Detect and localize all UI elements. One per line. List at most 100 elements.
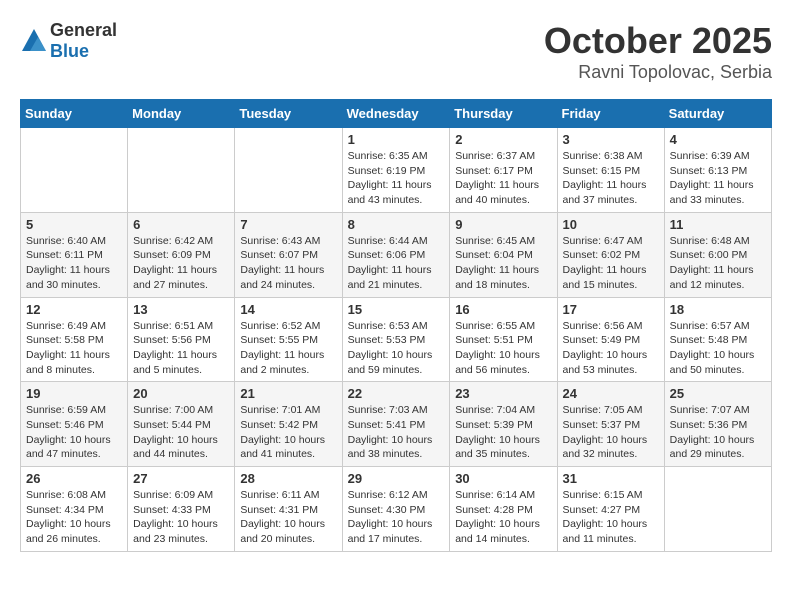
day-number: 1 (348, 132, 445, 147)
calendar-cell (21, 128, 128, 213)
calendar-week-row: 1 Sunrise: 6:35 AMSunset: 6:19 PMDaylight… (21, 128, 772, 213)
calendar-cell: 31 Sunrise: 6:15 AMSunset: 4:27 PMDayligh… (557, 467, 664, 552)
calendar-cell: 1 Sunrise: 6:35 AMSunset: 6:19 PMDaylight… (342, 128, 450, 213)
day-number: 8 (348, 217, 445, 232)
weekday-header-saturday: Saturday (664, 100, 771, 128)
day-info: Sunrise: 6:55 AMSunset: 5:51 PMDaylight:… (455, 319, 551, 378)
calendar-cell: 27Sunrise: 6:09 AMSunset: 4:33 PMDayligh… (128, 467, 235, 552)
logo-general: General (50, 20, 117, 40)
day-info: Sunrise: 6:15 AMSunset: 4:27 PMDaylight:… (563, 488, 659, 547)
calendar-cell (128, 128, 235, 213)
weekday-header-sunday: Sunday (21, 100, 128, 128)
day-info: Sunrise: 7:04 AMSunset: 5:39 PMDaylight:… (455, 403, 551, 462)
day-number: 10 (563, 217, 659, 232)
calendar-cell: 15 Sunrise: 6:53 AMSunset: 5:53 PMDayligh… (342, 297, 450, 382)
day-number: 26 (26, 471, 122, 486)
day-number: 22 (348, 386, 445, 401)
day-number: 19 (26, 386, 122, 401)
day-number: 18 (670, 302, 766, 317)
day-number: 5 (26, 217, 122, 232)
day-number: 14 (240, 302, 336, 317)
day-info: Sunrise: 6:35 AMSunset: 6:19 PMDaylight:… (348, 149, 445, 208)
day-number: 30 (455, 471, 551, 486)
calendar-body: 1 Sunrise: 6:35 AMSunset: 6:19 PMDaylight… (21, 128, 772, 552)
day-number: 11 (670, 217, 766, 232)
day-info: Sunrise: 6:48 AMSunset: 6:00 PMDaylight:… (670, 234, 766, 293)
calendar-cell: 19 Sunrise: 6:59 AMSunset: 5:46 PMDayligh… (21, 382, 128, 467)
calendar-cell: 17Sunrise: 6:56 AMSunset: 5:49 PMDayligh… (557, 297, 664, 382)
day-info: Sunrise: 6:47 AMSunset: 6:02 PMDaylight:… (563, 234, 659, 293)
calendar-cell: 7Sunrise: 6:43 AMSunset: 6:07 PMDaylight… (235, 212, 342, 297)
calendar-cell: 20 Sunrise: 7:00 AMSunset: 5:44 PMDayligh… (128, 382, 235, 467)
day-info: Sunrise: 6:42 AMSunset: 6:09 PMDaylight:… (133, 234, 229, 293)
day-info: Sunrise: 6:52 AMSunset: 5:55 PMDaylight:… (240, 319, 336, 378)
weekday-header-wednesday: Wednesday (342, 100, 450, 128)
calendar-cell: 21Sunrise: 7:01 AMSunset: 5:42 PMDayligh… (235, 382, 342, 467)
day-number: 20 (133, 386, 229, 401)
day-number: 4 (670, 132, 766, 147)
calendar-cell: 3Sunrise: 6:38 AMSunset: 6:15 PMDaylight… (557, 128, 664, 213)
day-number: 21 (240, 386, 336, 401)
calendar-cell: 6 Sunrise: 6:42 AMSunset: 6:09 PMDaylight… (128, 212, 235, 297)
day-number: 29 (348, 471, 445, 486)
logo: General Blue (20, 20, 117, 62)
day-info: Sunrise: 6:40 AMSunset: 6:11 PMDaylight:… (26, 234, 122, 293)
day-info: Sunrise: 6:09 AMSunset: 4:33 PMDaylight:… (133, 488, 229, 547)
weekday-header-thursday: Thursday (450, 100, 557, 128)
logo-blue: Blue (50, 41, 89, 61)
day-info: Sunrise: 6:57 AMSunset: 5:48 PMDaylight:… (670, 319, 766, 378)
day-number: 2 (455, 132, 551, 147)
weekday-header-row: SundayMondayTuesdayWednesdayThursdayFrid… (21, 100, 772, 128)
day-number: 12 (26, 302, 122, 317)
calendar-cell: 26 Sunrise: 6:08 AMSunset: 4:34 PMDayligh… (21, 467, 128, 552)
day-number: 15 (348, 302, 445, 317)
day-number: 31 (563, 471, 659, 486)
calendar-cell: 30Sunrise: 6:14 AMSunset: 4:28 PMDayligh… (450, 467, 557, 552)
day-number: 25 (670, 386, 766, 401)
logo-icon (20, 27, 48, 55)
calendar-cell: 23 Sunrise: 7:04 AMSunset: 5:39 PMDayligh… (450, 382, 557, 467)
calendar-cell: 4Sunrise: 6:39 AMSunset: 6:13 PMDaylight… (664, 128, 771, 213)
calendar-cell: 11 Sunrise: 6:48 AMSunset: 6:00 PMDayligh… (664, 212, 771, 297)
calendar-cell (235, 128, 342, 213)
day-info: Sunrise: 6:49 AMSunset: 5:58 PMDaylight:… (26, 319, 122, 378)
day-info: Sunrise: 7:03 AMSunset: 5:41 PMDaylight:… (348, 403, 445, 462)
day-info: Sunrise: 6:44 AMSunset: 6:06 PMDaylight:… (348, 234, 445, 293)
day-info: Sunrise: 6:38 AMSunset: 6:15 PMDaylight:… (563, 149, 659, 208)
calendar-cell: 16 Sunrise: 6:55 AMSunset: 5:51 PMDayligh… (450, 297, 557, 382)
day-info: Sunrise: 6:11 AMSunset: 4:31 PMDaylight:… (240, 488, 336, 547)
day-number: 16 (455, 302, 551, 317)
calendar-cell (664, 467, 771, 552)
day-number: 24 (563, 386, 659, 401)
day-info: Sunrise: 6:59 AMSunset: 5:46 PMDaylight:… (26, 403, 122, 462)
day-info: Sunrise: 7:07 AMSunset: 5:36 PMDaylight:… (670, 403, 766, 462)
calendar-cell: 5 Sunrise: 6:40 AMSunset: 6:11 PMDaylight… (21, 212, 128, 297)
day-info: Sunrise: 6:37 AMSunset: 6:17 PMDaylight:… (455, 149, 551, 208)
day-number: 23 (455, 386, 551, 401)
location-title: Ravni Topolovac, Serbia (544, 62, 772, 83)
calendar-cell: 12 Sunrise: 6:49 AMSunset: 5:58 PMDayligh… (21, 297, 128, 382)
day-info: Sunrise: 7:00 AMSunset: 5:44 PMDaylight:… (133, 403, 229, 462)
day-info: Sunrise: 6:08 AMSunset: 4:34 PMDaylight:… (26, 488, 122, 547)
calendar-cell: 10 Sunrise: 6:47 AMSunset: 6:02 PMDayligh… (557, 212, 664, 297)
calendar-cell: 13Sunrise: 6:51 AMSunset: 5:56 PMDayligh… (128, 297, 235, 382)
calendar-week-row: 12 Sunrise: 6:49 AMSunset: 5:58 PMDayligh… (21, 297, 772, 382)
calendar-week-row: 19 Sunrise: 6:59 AMSunset: 5:46 PMDayligh… (21, 382, 772, 467)
weekday-header-friday: Friday (557, 100, 664, 128)
day-number: 6 (133, 217, 229, 232)
day-info: Sunrise: 6:56 AMSunset: 5:49 PMDaylight:… (563, 319, 659, 378)
month-title: October 2025 (544, 20, 772, 62)
calendar-cell: 28 Sunrise: 6:11 AMSunset: 4:31 PMDayligh… (235, 467, 342, 552)
calendar-cell: 18 Sunrise: 6:57 AMSunset: 5:48 PMDayligh… (664, 297, 771, 382)
day-info: Sunrise: 6:53 AMSunset: 5:53 PMDaylight:… (348, 319, 445, 378)
calendar-week-row: 26 Sunrise: 6:08 AMSunset: 4:34 PMDayligh… (21, 467, 772, 552)
day-number: 7 (240, 217, 336, 232)
day-number: 28 (240, 471, 336, 486)
day-number: 9 (455, 217, 551, 232)
day-number: 13 (133, 302, 229, 317)
day-info: Sunrise: 7:05 AMSunset: 5:37 PMDaylight:… (563, 403, 659, 462)
day-info: Sunrise: 6:12 AMSunset: 4:30 PMDaylight:… (348, 488, 445, 547)
calendar-cell: 25 Sunrise: 7:07 AMSunset: 5:36 PMDayligh… (664, 382, 771, 467)
weekday-header-monday: Monday (128, 100, 235, 128)
page-header: General Blue October 2025 Ravni Topolova… (20, 20, 772, 83)
